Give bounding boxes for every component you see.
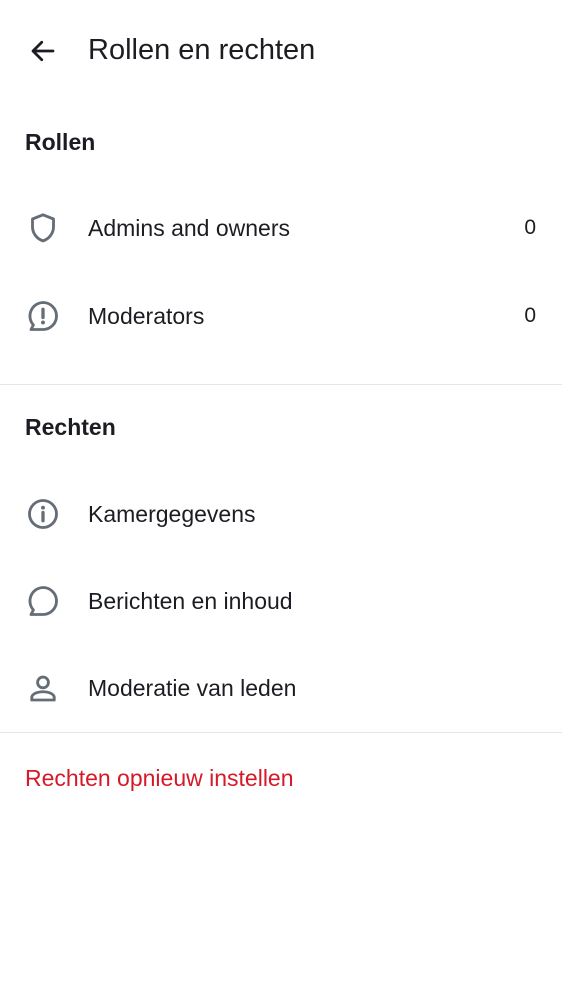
page-title: Rollen en rechten [88,34,316,66]
list-item-member-moderation[interactable]: Moderatie van leden [0,648,562,728]
chat-alert-icon [25,298,61,334]
arrow-left-icon [31,40,55,62]
list-item-label: Berichten en inhoud [88,588,293,614]
list-item-moderators[interactable]: Moderators 0 [0,276,562,356]
list-item-messages-and-content[interactable]: Berichten en inhoud [0,561,562,641]
section-heading-permissions: Rechten [25,414,116,440]
divider [0,384,562,385]
chat-bubble-icon [25,583,61,619]
top-app-bar: Rollen en rechten [0,0,562,100]
list-item-label: Moderators [88,303,205,329]
member-count: 0 [524,304,536,327]
back-button[interactable] [22,30,64,72]
list-item-label: Kamergegevens [88,501,256,527]
list-item-room-details[interactable]: Kamergegevens [0,474,562,554]
section-heading-roles: Rollen [25,129,96,155]
list-item-label: Admins and owners [88,215,290,241]
reset-permissions-button[interactable]: Rechten opnieuw instellen [25,763,294,793]
list-item-label: Moderatie van leden [88,675,297,701]
info-icon [25,496,61,532]
member-count: 0 [524,216,536,239]
list-item-admins-and-owners[interactable]: Admins and owners 0 [0,188,562,268]
divider [0,732,562,733]
shield-icon [25,210,61,246]
user-icon [25,670,61,706]
